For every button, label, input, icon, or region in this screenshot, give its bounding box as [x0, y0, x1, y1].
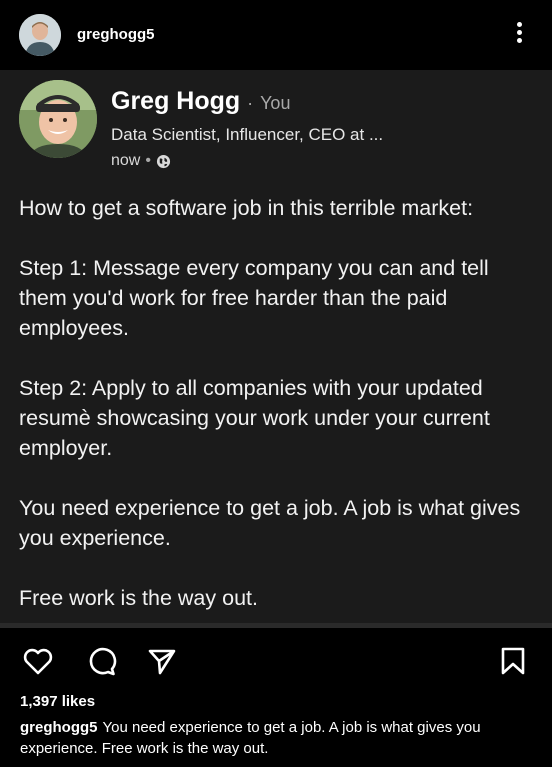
post-meta: now •	[111, 152, 171, 170]
post-paragraph: Step 2: Apply to all companies with your…	[19, 376, 490, 460]
username[interactable]: greghogg5	[77, 26, 155, 43]
author-name[interactable]: Greg Hogg · You	[111, 87, 290, 116]
post-paragraph: Step 1: Message every company you can an…	[19, 256, 489, 340]
time-separator: •	[145, 152, 151, 169]
caption-username[interactable]: greghogg5	[20, 719, 98, 736]
bookmark-icon[interactable]	[497, 645, 529, 677]
name-separator: ·	[247, 93, 254, 113]
post-card: Greg Hogg · You Data Scientist, Influenc…	[0, 70, 552, 628]
post-paragraph: How to get a software job in this terrib…	[19, 196, 474, 220]
more-icon[interactable]	[515, 22, 523, 50]
send-icon[interactable]	[146, 645, 178, 677]
globe-icon	[156, 154, 171, 168]
relation-label: You	[260, 93, 291, 113]
caption: greghogg5 You need experience to get a jo…	[20, 717, 535, 759]
top-bar: greghogg5	[0, 0, 552, 70]
post-body: How to get a software job in this terrib…	[19, 193, 534, 628]
post-time: now	[111, 152, 141, 169]
post-paragraph: Free work is the way out.	[19, 586, 258, 610]
author-headline: Data Scientist, Influencer, CEO at ...	[111, 125, 384, 144]
author-avatar[interactable]	[19, 80, 97, 158]
action-bar: 1,397 likes greghogg5 You need experience…	[0, 628, 552, 767]
likes-count[interactable]: 1,397 likes	[20, 693, 95, 710]
heart-icon[interactable]	[22, 645, 54, 677]
post-paragraph: You need experience to get a job. A job …	[19, 496, 521, 550]
comment-icon[interactable]	[85, 645, 117, 677]
avatar[interactable]	[19, 14, 61, 56]
author-name-text[interactable]: Greg Hogg	[111, 87, 240, 115]
